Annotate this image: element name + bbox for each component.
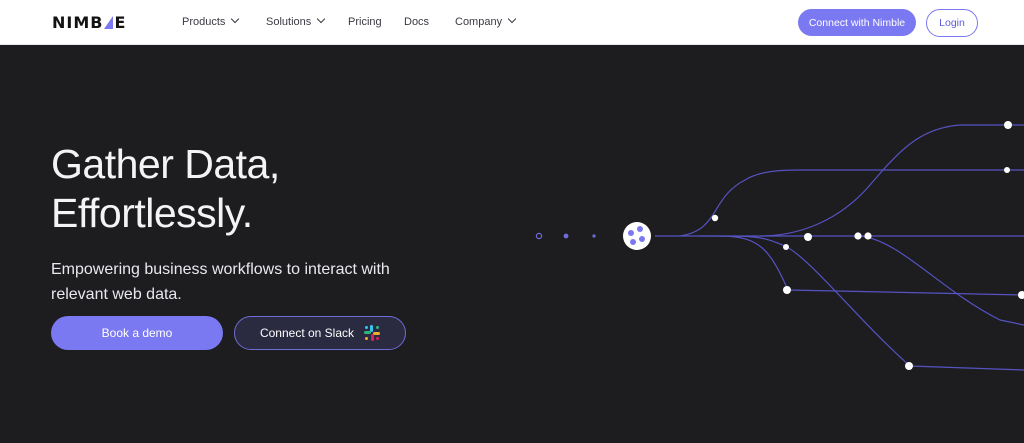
nav-item-label: Solutions xyxy=(266,16,312,28)
chevron-down-icon xyxy=(317,14,326,24)
top-navbar: NIMB E Products Solutions Pricing Docs Co… xyxy=(0,0,1024,45)
network-nodes xyxy=(535,121,1024,370)
logo-text-left: NIMB xyxy=(52,13,104,32)
nav-item-label: Company xyxy=(455,16,503,28)
nav-item-solutions[interactable]: Solutions xyxy=(266,14,326,28)
chevron-down-icon xyxy=(507,14,517,24)
nav-item-products[interactable]: Products xyxy=(182,14,240,28)
logo-text-right: E xyxy=(114,13,127,32)
network-lines xyxy=(485,124,1024,371)
logo-triangle-icon xyxy=(104,16,114,29)
nav-item-docs[interactable]: Docs xyxy=(404,16,429,28)
nimble-logo[interactable]: NIMB E xyxy=(52,13,127,32)
nav-item-label: Docs xyxy=(404,16,430,28)
login-button[interactable]: Login xyxy=(926,9,978,37)
network-hub-icon xyxy=(623,222,651,250)
chevron-down-icon xyxy=(231,14,240,24)
nav-item-pricing[interactable]: Pricing xyxy=(348,16,382,28)
nav-item-company[interactable]: Company xyxy=(455,14,517,28)
connect-with-nimble-button[interactable]: Connect with Nimble xyxy=(798,9,916,36)
nav-item-label: Pricing xyxy=(348,16,382,28)
nav-item-label: Products xyxy=(182,16,226,28)
network-graphic xyxy=(485,121,1024,371)
